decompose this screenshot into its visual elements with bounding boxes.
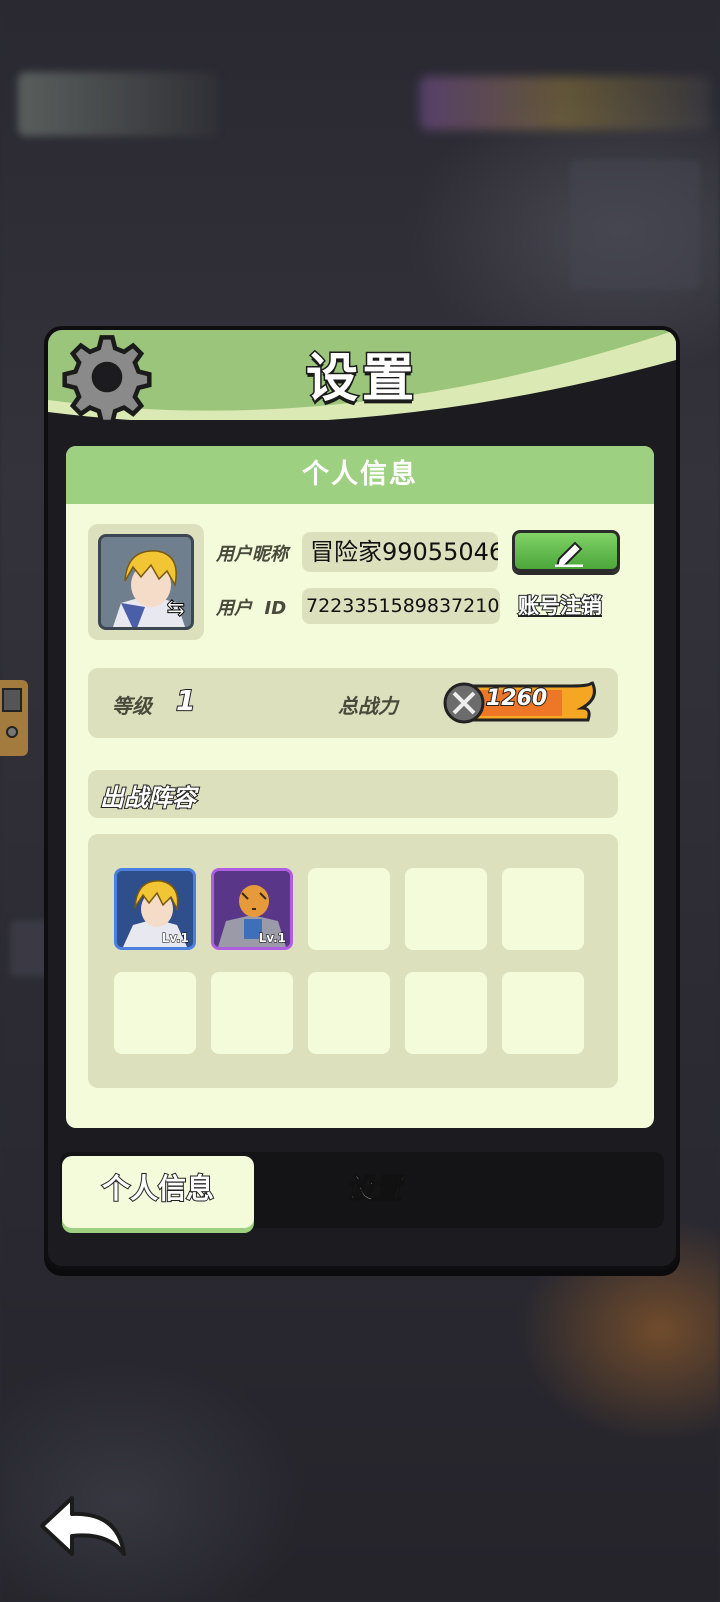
power-label: 总战力 [338, 694, 398, 718]
settings-panel: 设置 个人信息 ⇆ 用户昵称 冒险家99055046 用户 ID 7223351… [44, 326, 680, 1270]
empty-slot[interactable] [308, 972, 390, 1054]
level-label: 等级 [112, 694, 152, 718]
edit-pencil-icon [555, 541, 583, 567]
delete-account-link[interactable]: 账号注销 [517, 590, 603, 620]
panel-title: 设置 [304, 348, 418, 411]
blurred-minimap [570, 160, 700, 290]
tab-settings[interactable]: 设置 [278, 1156, 470, 1228]
empty-slot[interactable] [405, 868, 487, 950]
empty-slot[interactable] [211, 972, 293, 1054]
avatar[interactable]: ⇆ [98, 534, 194, 630]
team-header: 出战阵容 [88, 770, 618, 818]
empty-slot[interactable] [308, 868, 390, 950]
blurred-resource-bar [420, 76, 710, 130]
panel-header: 设置 [48, 330, 676, 420]
team-grid: Lv.1 Lv.1 [88, 834, 618, 1088]
empty-slot[interactable] [405, 972, 487, 1054]
nickname-label: 用户昵称 [216, 544, 288, 565]
back-arrow-icon[interactable] [38, 1492, 130, 1562]
swap-icon: ⇆ [166, 596, 185, 622]
hero-level: Lv.1 [258, 931, 286, 946]
blurred-player-info [18, 72, 218, 136]
tab-bar: 个人信息 设置 [60, 1152, 664, 1228]
nickname-field: 冒险家99055046 [302, 532, 498, 572]
stats-bar: 等级 1 总战力 1260 [88, 668, 618, 738]
section-title: 个人信息 [66, 446, 654, 504]
power-value: 1260 [485, 685, 548, 712]
empty-slot[interactable] [114, 972, 196, 1054]
hero-level: Lv.1 [161, 931, 189, 946]
empty-slot[interactable] [502, 972, 584, 1054]
hero-slot-2[interactable]: Lv.1 [211, 868, 293, 950]
edit-nickname-button[interactable] [512, 530, 620, 572]
user-id-field: 72233515898372105 [302, 588, 500, 624]
tab-profile[interactable]: 个人信息 [62, 1156, 254, 1228]
avatar-frame[interactable]: ⇆ [88, 524, 204, 640]
profile-content: 个人信息 ⇆ 用户昵称 冒险家99055046 用户 ID 7223351589… [66, 446, 654, 1128]
user-id-label: 用户 ID [216, 598, 287, 619]
empty-slot[interactable] [502, 868, 584, 950]
side-device-icon [0, 680, 28, 756]
team-title: 出战阵容 [99, 783, 197, 813]
level-value: 1 [175, 683, 197, 718]
hero-slot-1[interactable]: Lv.1 [114, 868, 196, 950]
